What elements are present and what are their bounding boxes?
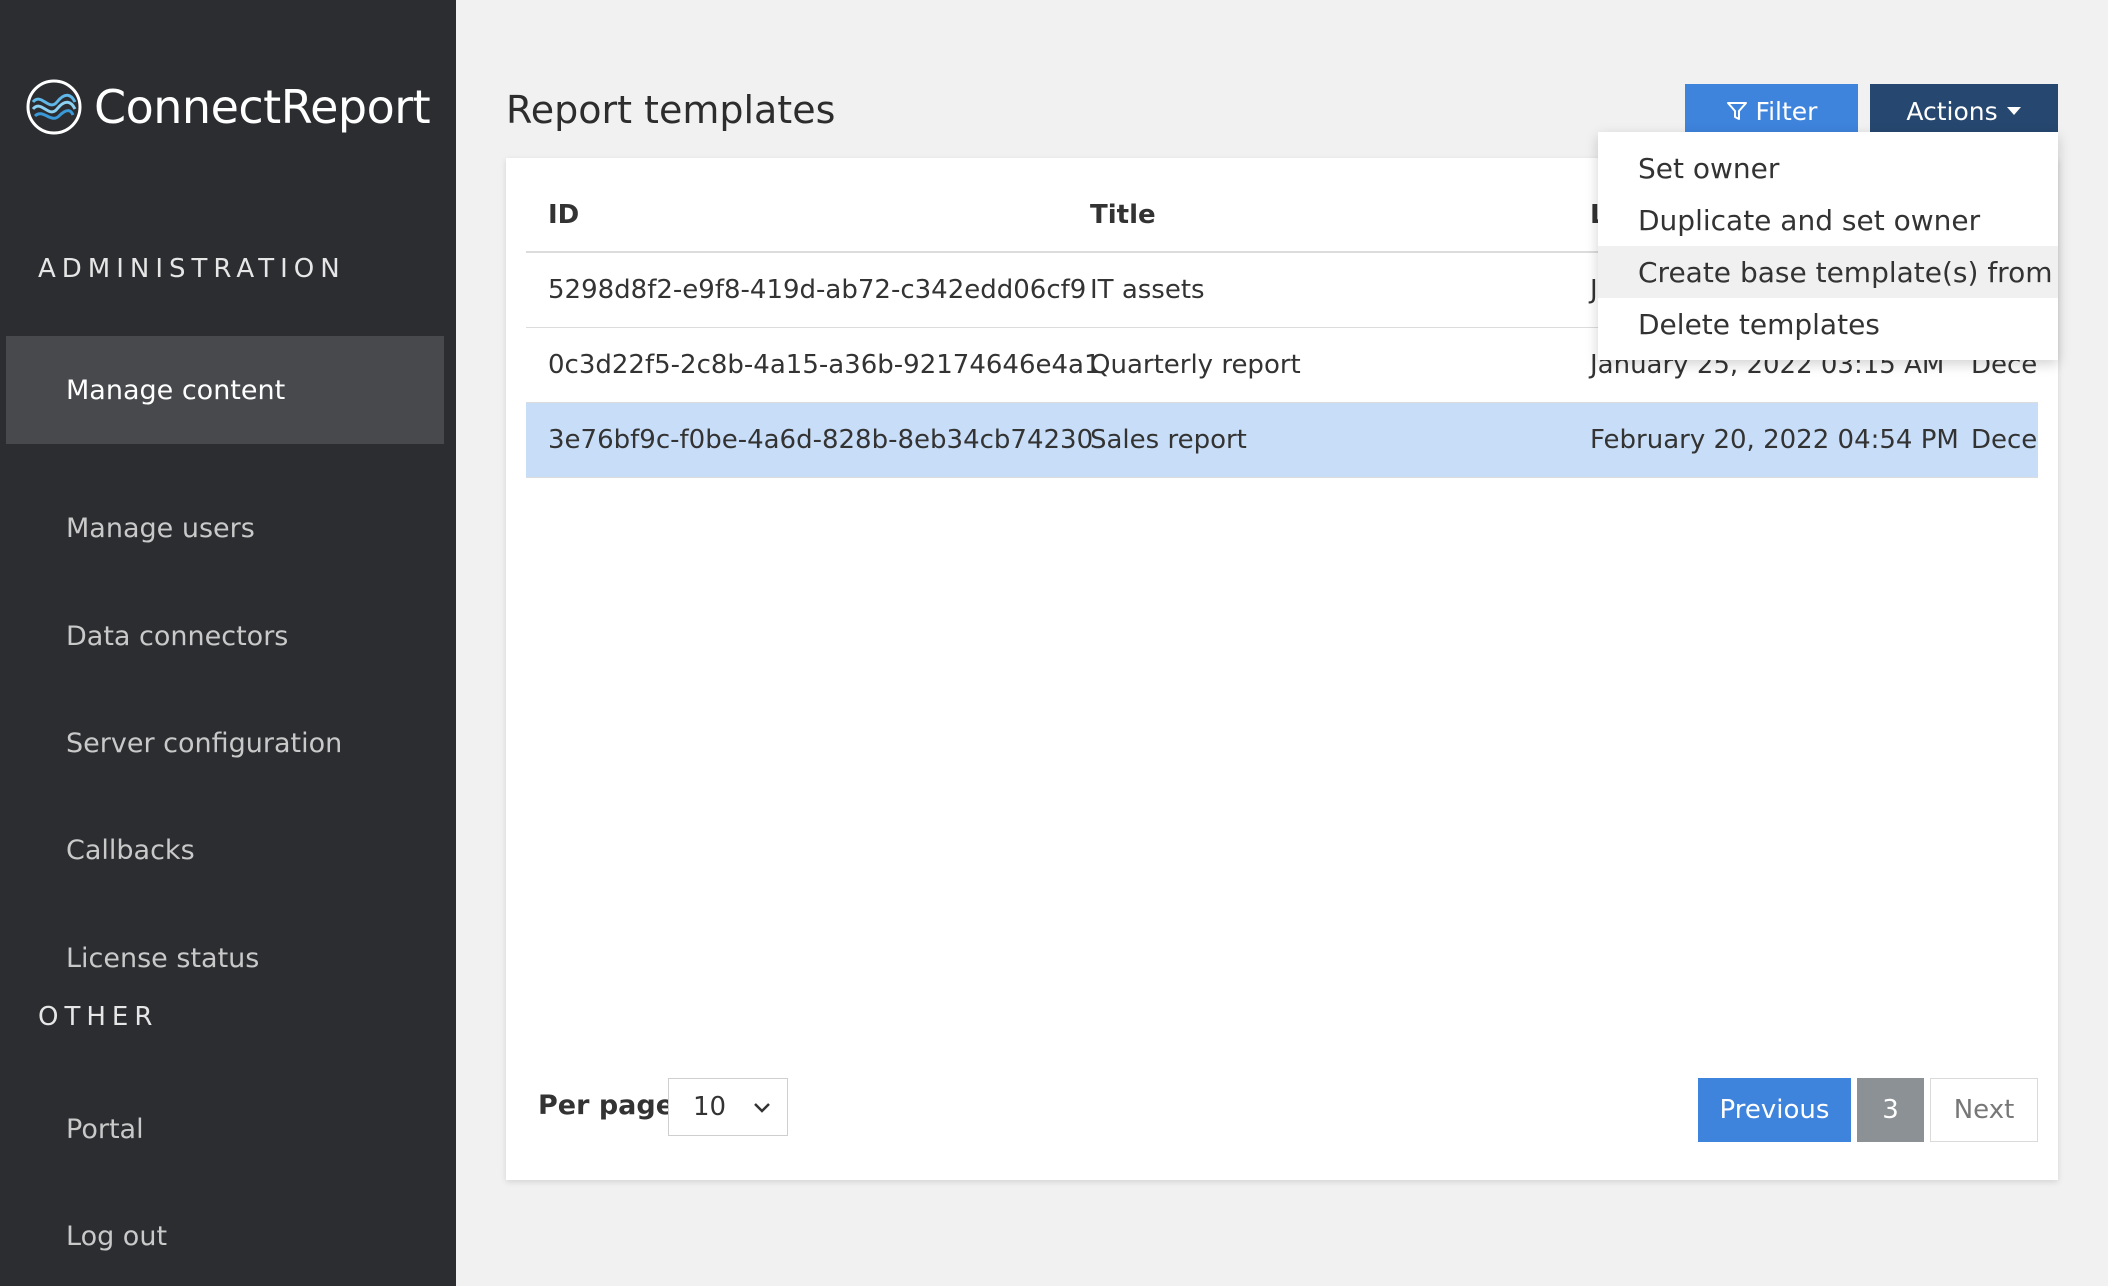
filter-button-label: Filter <box>1755 96 1818 126</box>
menu-item-delete-templates[interactable]: Delete templates <box>1598 298 2058 350</box>
per-page-label: Per page <box>538 1090 675 1121</box>
sidebar-item-callbacks[interactable]: Callbacks <box>6 796 444 904</box>
cell-title: Quarterly report <box>1090 350 1301 380</box>
cell-id: 3e76bf9c-f0be-4a6d-828b-8eb34cb74230 <box>548 425 1094 455</box>
column-header-id[interactable]: ID <box>548 200 579 230</box>
actions-button[interactable]: Actions <box>1870 84 2058 138</box>
cell-created: Decer <box>1971 425 2038 455</box>
filter-button[interactable]: Filter <box>1685 84 1858 138</box>
pagination-current-page[interactable]: 3 <box>1857 1078 1924 1142</box>
column-header-title[interactable]: Title <box>1090 200 1156 230</box>
per-page-select[interactable]: 10 <box>668 1078 788 1136</box>
actions-button-label: Actions <box>1906 96 1998 126</box>
cell-id: 5298d8f2-e9f8-419d-ab72-c342edd06cf9 <box>548 275 1087 305</box>
connectreport-logo-icon <box>26 79 82 135</box>
actions-dropdown-menu: Set owner Duplicate and set owner Create… <box>1598 132 2058 360</box>
sidebar-item-server-configuration[interactable]: Server configuration <box>6 689 444 797</box>
cell-id: 0c3d22f5-2c8b-4a15-a36b-92174646e4a1 <box>548 350 1101 380</box>
section-title-administration: ADMINISTRATION <box>38 254 346 284</box>
pagination-next-button[interactable]: Next <box>1930 1078 2038 1142</box>
per-page-value: 10 <box>693 1092 727 1122</box>
sidebar-item-manage-users[interactable]: Manage users <box>6 474 444 582</box>
caret-down-icon <box>2006 107 2021 115</box>
cell-title: IT assets <box>1090 275 1205 305</box>
page-title: Report templates <box>506 88 836 132</box>
sidebar-item-portal[interactable]: Portal <box>6 1075 444 1183</box>
sidebar-item-manage-content[interactable]: Manage content <box>6 336 444 444</box>
filter-icon <box>1726 102 1747 120</box>
sidebar: ConnectReport ADMINISTRATION Manage cont… <box>0 0 456 1286</box>
section-title-other: OTHER <box>38 1002 159 1032</box>
menu-item-create-base-templates[interactable]: Create base template(s) from <box>1598 246 2058 298</box>
pagination-previous-button[interactable]: Previous <box>1698 1078 1851 1142</box>
menu-item-duplicate-and-set-owner[interactable]: Duplicate and set owner <box>1598 194 2058 246</box>
table-row-selected[interactable]: 3e76bf9c-f0be-4a6d-828b-8eb34cb74230 Sal… <box>526 403 2038 478</box>
brand-name: ConnectReport <box>94 80 431 134</box>
menu-item-set-owner[interactable]: Set owner <box>1598 142 2058 194</box>
cell-title: Sales report <box>1090 425 1247 455</box>
cell-last-modified: J <box>1590 275 1598 305</box>
sidebar-item-data-connectors[interactable]: Data connectors <box>6 582 444 690</box>
brand-logo[interactable]: ConnectReport <box>25 72 431 142</box>
cell-last-modified: February 20, 2022 04:54 PM <box>1590 425 1959 455</box>
sidebar-item-license-status[interactable]: License status <box>6 904 444 1012</box>
chevron-down-icon <box>754 1103 770 1113</box>
sidebar-item-log-out[interactable]: Log out <box>6 1182 444 1286</box>
